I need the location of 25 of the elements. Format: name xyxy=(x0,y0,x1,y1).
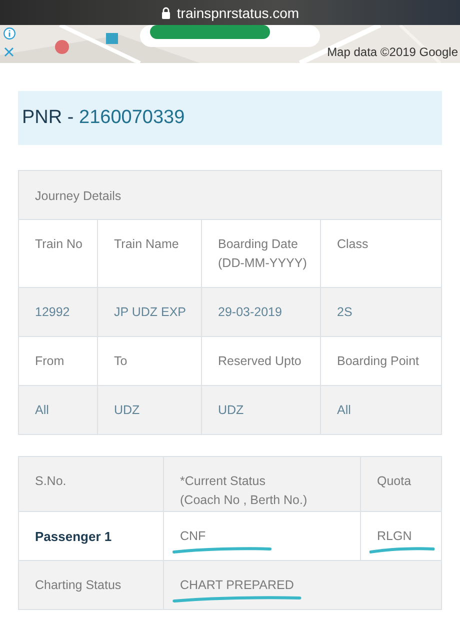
table-cell: All xyxy=(320,386,442,434)
url-text: trainspnrstatus.com xyxy=(176,4,300,20)
address-bar[interactable]: trainspnrstatus.com xyxy=(0,0,460,25)
table-cell: 29-03-2019 xyxy=(202,288,320,336)
table-cell: 12992 xyxy=(18,288,98,336)
table-title: Journey Details xyxy=(18,170,442,220)
passenger-name: Passenger 1 xyxy=(18,511,164,560)
underline-mark xyxy=(369,546,435,554)
charting-status-text: CHART PREPARED xyxy=(180,576,294,594)
pnr-number: 2160070339 xyxy=(79,107,185,129)
close-icon[interactable] xyxy=(3,46,15,58)
table-cell: UDZ xyxy=(98,386,202,434)
column-header: Quota xyxy=(360,456,442,512)
status-text: CNF xyxy=(180,528,207,545)
pnr-label: PNR - xyxy=(22,107,75,129)
table-cell: UDZ xyxy=(202,386,320,434)
column-header: S.No. xyxy=(18,456,164,512)
quota-text: RLGN xyxy=(377,528,413,545)
lock-icon xyxy=(160,6,171,18)
table-cell: All xyxy=(18,386,98,434)
map-attribution: Map data ©2019 Google xyxy=(327,45,458,59)
table-cell: 2S xyxy=(320,288,442,336)
row-label: Charting Status xyxy=(18,560,164,610)
column-header: *Current Status (Coach No , Berth No.) xyxy=(164,456,360,512)
table-cell: JP UDZ EXP xyxy=(98,288,202,336)
